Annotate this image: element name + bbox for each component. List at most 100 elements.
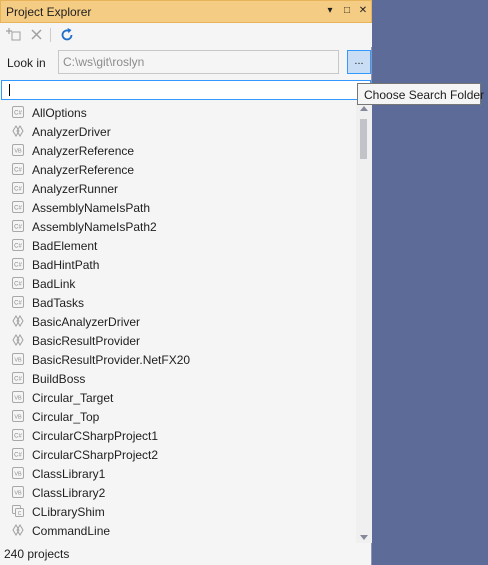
panel-title: Project Explorer <box>6 5 92 19</box>
svg-text:VB: VB <box>14 415 22 421</box>
shared-project-icon <box>12 315 24 327</box>
project-name: BuildBoss <box>32 372 86 386</box>
project-list-item[interactable]: VB Circular_Target <box>0 388 356 407</box>
project-name: BadTasks <box>32 296 85 310</box>
project-list-item[interactable]: C# BadTasks <box>0 293 356 312</box>
project-name: BasicResultProvider <box>32 334 141 348</box>
close-icon[interactable]: ✕ <box>356 4 370 18</box>
shared-project-icon <box>12 334 24 346</box>
refresh-icon[interactable] <box>58 26 76 44</box>
maximize-icon[interactable]: □ <box>340 4 354 18</box>
csharp-project-icon: C# <box>12 296 24 308</box>
cpp-project-icon: C <box>12 505 24 517</box>
scroll-down-icon[interactable] <box>360 535 368 540</box>
csharp-project-icon: C# <box>12 106 24 118</box>
project-list-item[interactable]: VB ClassLibrary1 <box>0 464 356 483</box>
vb-project-icon: VB <box>12 486 24 498</box>
csharp-project-icon: C# <box>12 182 24 194</box>
csharp-project-icon: C# <box>12 239 24 251</box>
svg-text:C#: C# <box>14 111 22 117</box>
svg-text:C#: C# <box>14 244 22 250</box>
vb-project-icon: VB <box>12 353 24 365</box>
text-caret <box>9 84 10 96</box>
svg-text:C#: C# <box>14 225 22 231</box>
tooltip: Choose Search Folder <box>357 83 484 105</box>
window-menu-icon[interactable]: ▾ <box>323 4 337 18</box>
svg-text:C#: C# <box>14 434 22 440</box>
vb-project-icon: VB <box>12 410 24 422</box>
project-count-status: 240 projects <box>4 547 70 561</box>
project-list-item[interactable]: BasicResultProvider <box>0 331 356 350</box>
project-list-item[interactable]: C# CircularCSharpProject1 <box>0 426 356 445</box>
project-name: BadElement <box>32 239 98 253</box>
project-list-item[interactable]: C# AllOptions <box>0 103 356 122</box>
shared-project-icon <box>12 524 24 536</box>
csharp-project-icon: C# <box>12 372 24 384</box>
project-name: AssemblyNameIsPath <box>32 201 151 215</box>
vertical-scrollbar[interactable] <box>356 103 372 543</box>
project-name: AnalyzerRunner <box>32 182 119 196</box>
project-list-item[interactable]: AnalyzerDriver <box>0 122 356 141</box>
project-list-item[interactable]: C# CircularCSharpProject2 <box>0 445 356 464</box>
svg-text:C#: C# <box>14 263 22 269</box>
project-list-item[interactable]: VB Circular_Top <box>0 407 356 426</box>
look-in-path-field[interactable] <box>58 50 339 74</box>
project-list-item[interactable]: C# AnalyzerReference <box>0 160 356 179</box>
project-list-item[interactable]: VB ClassLibrary2 <box>0 483 356 502</box>
svg-text:C#: C# <box>14 453 22 459</box>
svg-text:C#: C# <box>14 187 22 193</box>
search-input[interactable] <box>1 80 371 100</box>
csharp-project-icon: C# <box>12 448 24 460</box>
title-bar[interactable]: Project Explorer ▾ □ ✕ <box>0 0 372 23</box>
project-name: Circular_Target <box>32 391 114 405</box>
project-list-item[interactable]: C CLibraryShim <box>0 502 356 521</box>
project-list-item[interactable]: C# AnalyzerRunner <box>0 179 356 198</box>
project-list-item[interactable]: VB AnalyzerReference <box>0 141 356 160</box>
project-list-item[interactable]: C# BadElement <box>0 236 356 255</box>
svg-text:C#: C# <box>14 377 22 383</box>
project-name: ClassLibrary1 <box>32 467 106 481</box>
vb-project-icon: VB <box>12 391 24 403</box>
project-list-item[interactable]: VB BasicResultProvider.NetFX20 <box>0 350 356 369</box>
csharp-project-icon: C# <box>12 163 24 175</box>
csharp-project-icon: C# <box>12 220 24 232</box>
project-name: CircularCSharpProject1 <box>32 429 159 443</box>
project-list[interactable]: C# AllOptions AnalyzerDriver VB AnalyzerRefe… <box>0 103 356 543</box>
project-list-item[interactable]: BasicAnalyzerDriver <box>0 312 356 331</box>
project-list-item[interactable]: C# BadHintPath <box>0 255 356 274</box>
svg-text:VB: VB <box>14 491 22 497</box>
scroll-up-icon[interactable] <box>360 106 368 111</box>
svg-text:C: C <box>18 511 22 517</box>
toolbar-separator <box>50 28 51 42</box>
shared-project-icon <box>12 125 24 137</box>
remove-icon[interactable] <box>28 26 46 44</box>
project-list-item[interactable]: C# AssemblyNameIsPath2 <box>0 217 356 236</box>
project-list-item[interactable]: C# AssemblyNameIsPath <box>0 198 356 217</box>
browse-folder-button[interactable]: ... <box>347 50 371 74</box>
svg-text:C#: C# <box>14 301 22 307</box>
vb-project-icon: VB <box>12 144 24 156</box>
add-project-icon[interactable] <box>6 26 24 44</box>
project-name: BadLink <box>32 277 76 291</box>
csharp-project-icon: C# <box>12 277 24 289</box>
csharp-project-icon: C# <box>12 258 24 270</box>
project-name: CommandLine <box>32 524 111 538</box>
svg-text:VB: VB <box>14 396 22 402</box>
svg-text:VB: VB <box>14 472 22 478</box>
vb-project-icon: VB <box>12 467 24 479</box>
project-name: AnalyzerReference <box>32 144 135 158</box>
svg-text:VB: VB <box>14 149 22 155</box>
look-in-label: Look in <box>7 56 46 70</box>
project-list-item[interactable]: C# BadLink <box>0 274 356 293</box>
project-list-item[interactable]: C# BuildBoss <box>0 369 356 388</box>
svg-text:C#: C# <box>14 206 22 212</box>
svg-text:VB: VB <box>14 358 22 364</box>
project-explorer-panel: Project Explorer ▾ □ ✕ Look in ... <box>0 0 372 565</box>
project-name: AnalyzerDriver <box>32 125 111 139</box>
project-list-item[interactable]: CommandLine <box>0 521 356 540</box>
project-name: CircularCSharpProject2 <box>32 448 159 462</box>
project-name: AnalyzerReference <box>32 163 135 177</box>
project-name: CLibraryShim <box>32 505 105 519</box>
scroll-thumb[interactable] <box>360 119 367 159</box>
csharp-project-icon: C# <box>12 201 24 213</box>
